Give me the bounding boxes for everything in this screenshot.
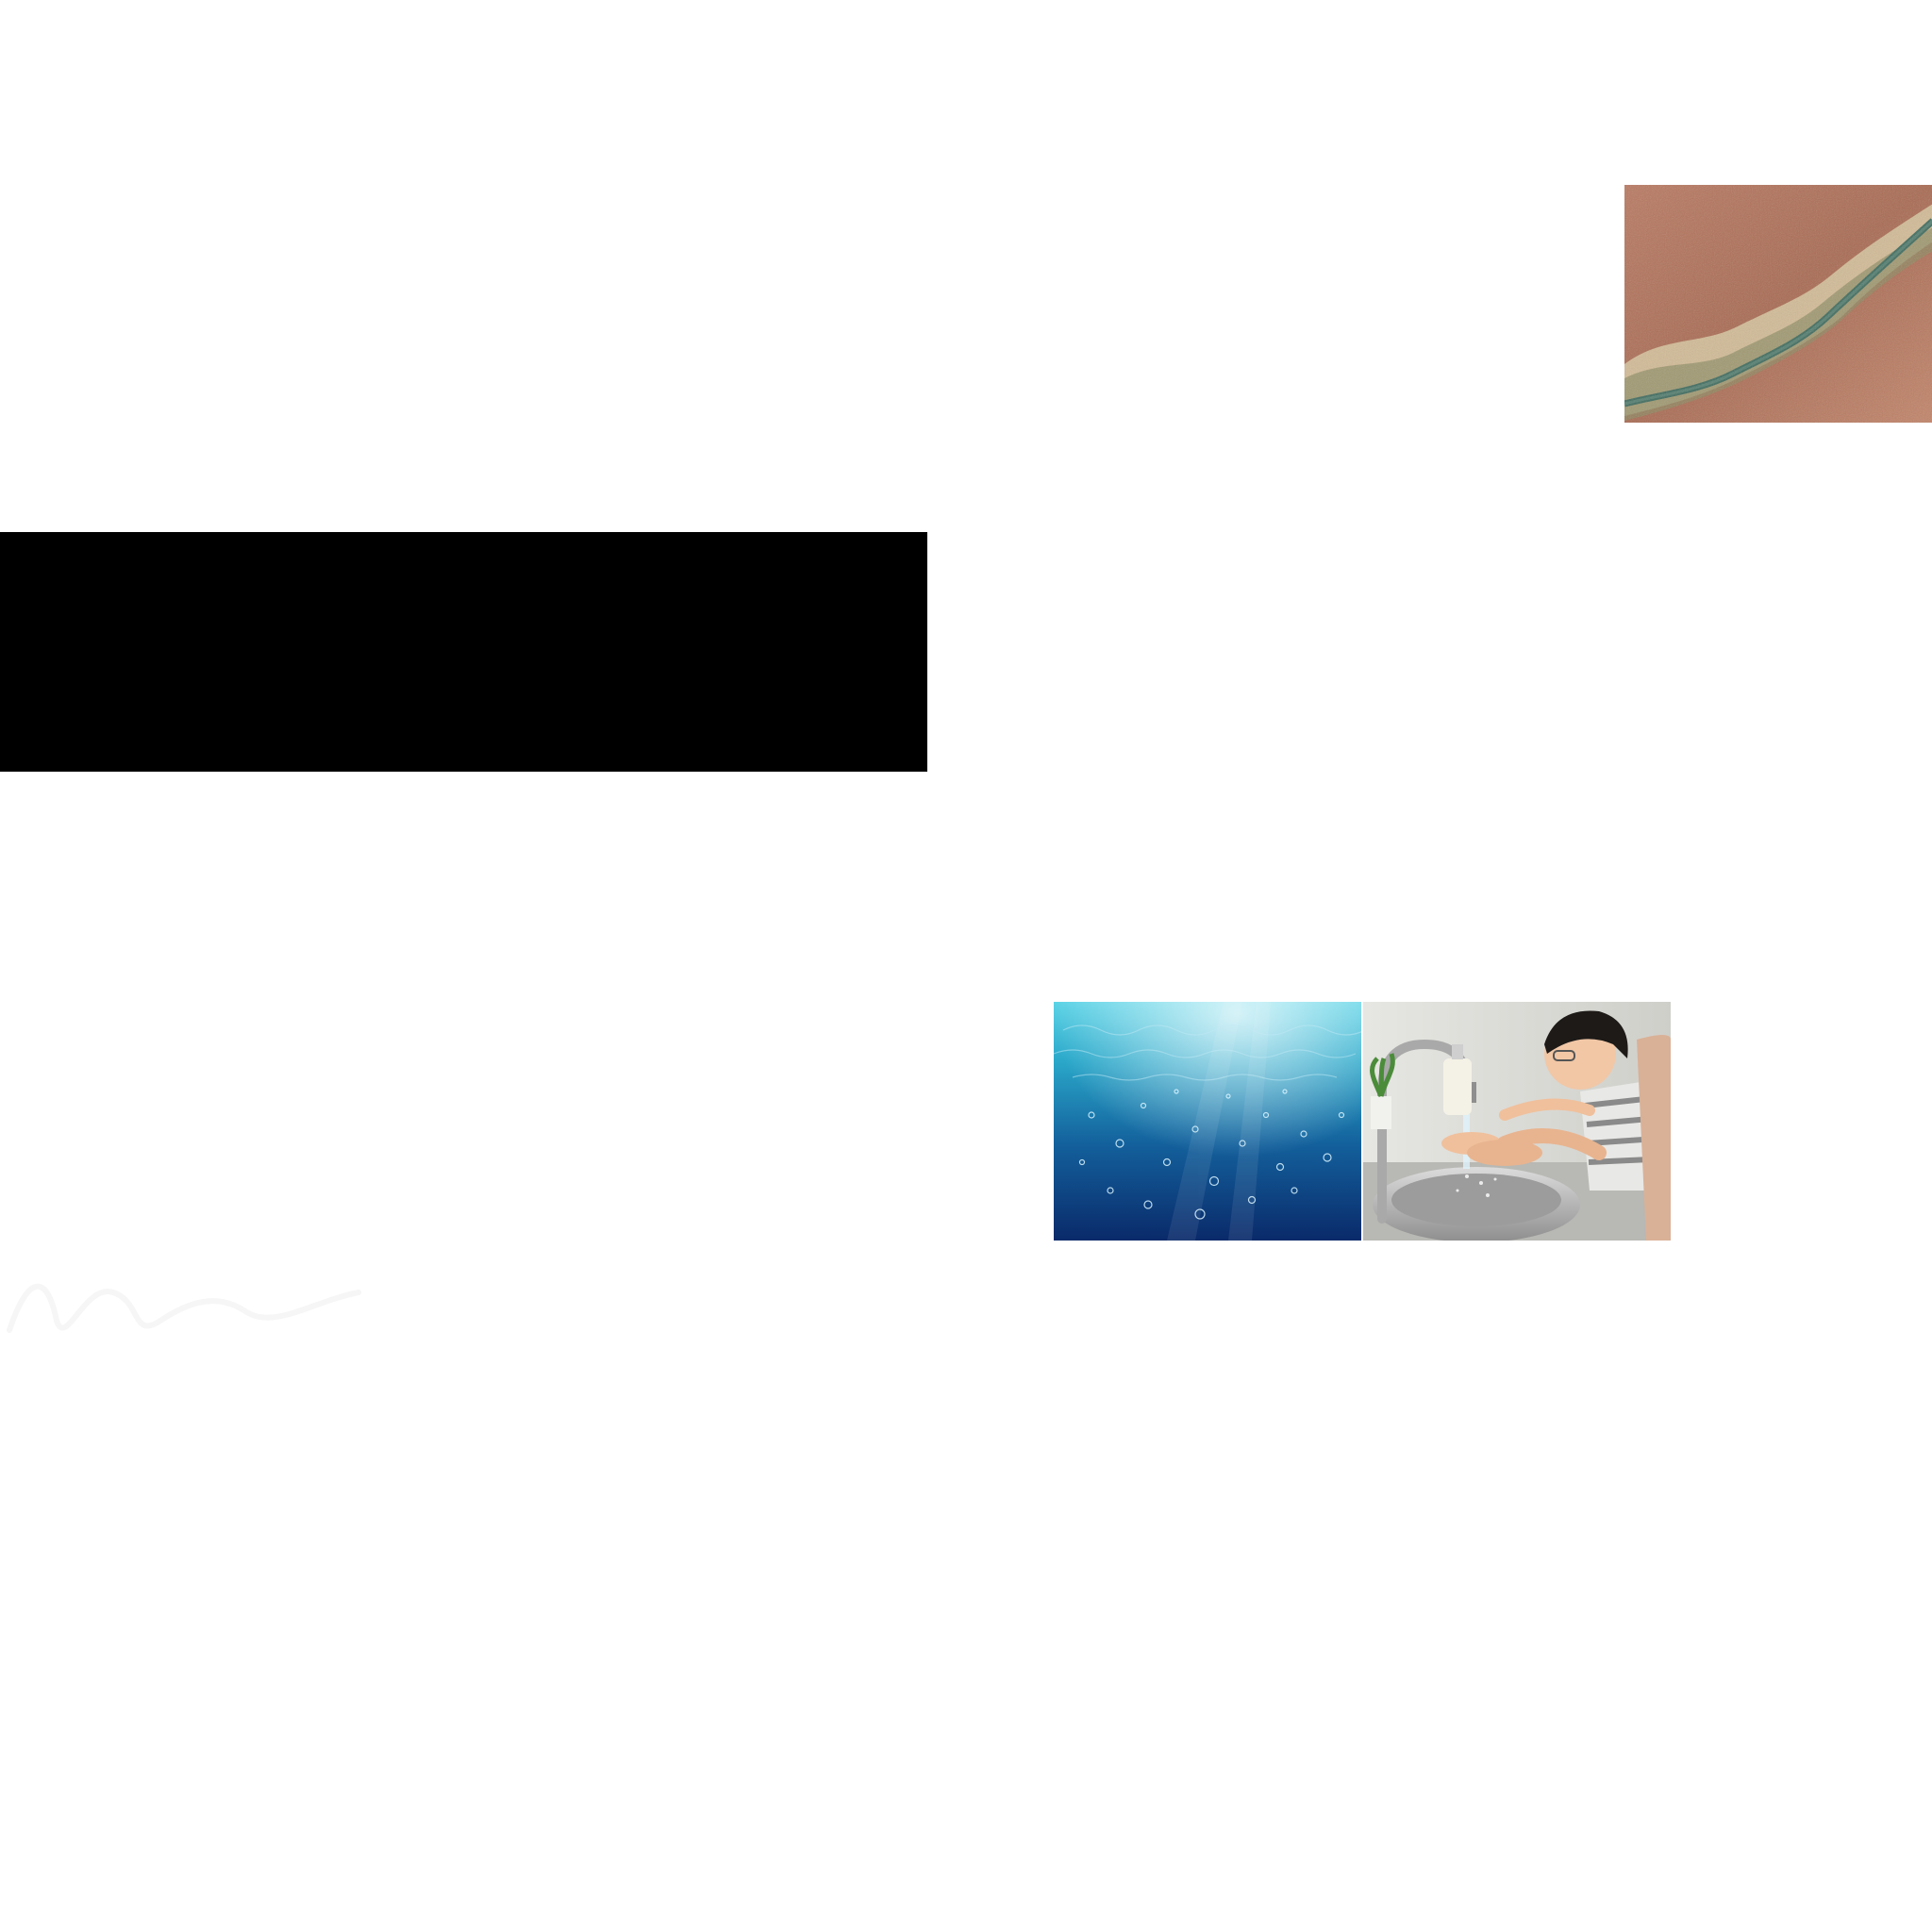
aerial-canyon-photo: [1624, 185, 1932, 423]
scribble-illustration: [7, 1283, 361, 1333]
hand-washing-photo: [1363, 1002, 1671, 1241]
underwater-illustration: [1054, 1002, 1361, 1241]
faint-watermark-scribble: [0, 1255, 368, 1358]
underwater-photo: [1054, 1002, 1361, 1241]
canyon-illustration: [1624, 185, 1932, 423]
black-banner: [0, 532, 927, 772]
hand-washing-illustration: [1363, 1002, 1671, 1241]
